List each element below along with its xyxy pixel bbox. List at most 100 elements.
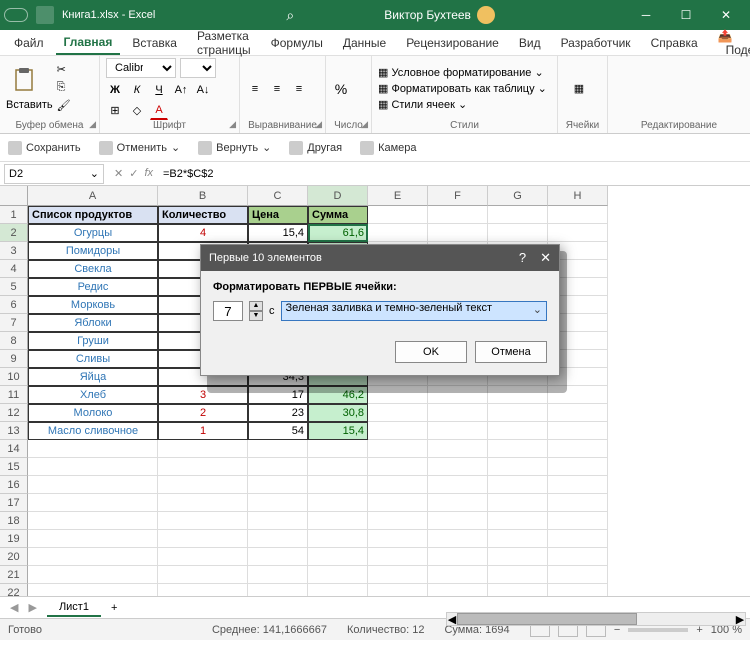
qat-camera[interactable]: Камера bbox=[360, 141, 416, 155]
dialog-style-select[interactable]: Зеленая заливка и темно-зеленый текст bbox=[281, 301, 548, 321]
row-header-19[interactable]: 19 bbox=[0, 530, 28, 548]
search-icon[interactable]: ⌕ bbox=[286, 7, 294, 24]
tab-developer[interactable]: Разработчик bbox=[553, 32, 639, 54]
cell-B15[interactable] bbox=[158, 458, 248, 476]
cell-H18[interactable] bbox=[548, 512, 608, 530]
cell-H12[interactable] bbox=[548, 404, 608, 422]
cell-styles-button[interactable]: ▦ Стили ячеек ⌄ bbox=[378, 97, 551, 113]
cell-C20[interactable] bbox=[248, 548, 308, 566]
cell-B20[interactable] bbox=[158, 548, 248, 566]
tab-help[interactable]: Справка bbox=[643, 32, 706, 54]
cell-C15[interactable] bbox=[248, 458, 308, 476]
cell-A5[interactable]: Редис bbox=[28, 278, 158, 296]
qat-save[interactable]: Сохранить bbox=[8, 141, 81, 155]
dialog-help-icon[interactable]: ? bbox=[519, 250, 526, 266]
row-header-17[interactable]: 17 bbox=[0, 494, 28, 512]
cell-E17[interactable] bbox=[368, 494, 428, 512]
spin-down[interactable]: ▼ bbox=[249, 311, 263, 321]
font-name-select[interactable]: Calibri bbox=[106, 58, 176, 78]
cell-H15[interactable] bbox=[548, 458, 608, 476]
decrease-font-button[interactable]: A↓ bbox=[194, 81, 212, 99]
col-header-F[interactable]: F bbox=[428, 186, 488, 206]
horizontal-scrollbar[interactable]: ◀▶ bbox=[446, 612, 746, 626]
cell-F22[interactable] bbox=[428, 584, 488, 596]
cell-G1[interactable] bbox=[488, 206, 548, 224]
align-bot[interactable]: ≡ bbox=[290, 80, 308, 98]
tab-home[interactable]: Главная bbox=[56, 31, 121, 55]
cell-F1[interactable] bbox=[428, 206, 488, 224]
cell-C1[interactable]: Цена bbox=[248, 206, 308, 224]
cell-A21[interactable] bbox=[28, 566, 158, 584]
autosave-toggle[interactable] bbox=[4, 8, 28, 22]
cell-E16[interactable] bbox=[368, 476, 428, 494]
cell-D2[interactable]: 61,6 bbox=[308, 224, 368, 242]
cell-F12[interactable] bbox=[428, 404, 488, 422]
italic-button[interactable]: К bbox=[128, 81, 146, 99]
font-color-button[interactable]: A bbox=[150, 102, 168, 120]
cell-G20[interactable] bbox=[488, 548, 548, 566]
cell-A12[interactable]: Молоко bbox=[28, 404, 158, 422]
row-header-3[interactable]: 3 bbox=[0, 242, 28, 260]
align-mid[interactable]: ≡ bbox=[268, 80, 286, 98]
tab-insert[interactable]: Вставка bbox=[124, 32, 185, 54]
select-all-corner[interactable] bbox=[0, 186, 28, 206]
cell-B19[interactable] bbox=[158, 530, 248, 548]
cell-F20[interactable] bbox=[428, 548, 488, 566]
cell-E22[interactable] bbox=[368, 584, 428, 596]
col-header-D[interactable]: D bbox=[308, 186, 368, 206]
cell-C16[interactable] bbox=[248, 476, 308, 494]
cell-F14[interactable] bbox=[428, 440, 488, 458]
cell-A13[interactable]: Масло сливочное bbox=[28, 422, 158, 440]
cell-D21[interactable] bbox=[308, 566, 368, 584]
cell-D20[interactable] bbox=[308, 548, 368, 566]
font-launcher[interactable]: ◢ bbox=[229, 119, 236, 130]
tab-data[interactable]: Данные bbox=[335, 32, 394, 54]
cell-F21[interactable] bbox=[428, 566, 488, 584]
cell-D15[interactable] bbox=[308, 458, 368, 476]
row-header-12[interactable]: 12 bbox=[0, 404, 28, 422]
maximize-button[interactable]: ☐ bbox=[666, 0, 706, 30]
cell-A11[interactable]: Хлеб bbox=[28, 386, 158, 404]
cell-H20[interactable] bbox=[548, 548, 608, 566]
cell-F13[interactable] bbox=[428, 422, 488, 440]
col-header-A[interactable]: A bbox=[28, 186, 158, 206]
cell-C17[interactable] bbox=[248, 494, 308, 512]
cell-A4[interactable]: Свекла bbox=[28, 260, 158, 278]
row-header-20[interactable]: 20 bbox=[0, 548, 28, 566]
cell-G14[interactable] bbox=[488, 440, 548, 458]
cell-F15[interactable] bbox=[428, 458, 488, 476]
bold-button[interactable]: Ж bbox=[106, 81, 124, 99]
cell-G15[interactable] bbox=[488, 458, 548, 476]
cell-D22[interactable] bbox=[308, 584, 368, 596]
percent-button[interactable]: % bbox=[332, 80, 350, 98]
cell-B13[interactable]: 1 bbox=[158, 422, 248, 440]
cell-H19[interactable] bbox=[548, 530, 608, 548]
cell-G22[interactable] bbox=[488, 584, 548, 596]
cell-A6[interactable]: Морковь bbox=[28, 296, 158, 314]
cell-G2[interactable] bbox=[488, 224, 548, 242]
cell-B12[interactable]: 2 bbox=[158, 404, 248, 422]
cell-A17[interactable] bbox=[28, 494, 158, 512]
qat-other[interactable]: Другая bbox=[289, 141, 342, 155]
row-header-6[interactable]: 6 bbox=[0, 296, 28, 314]
cell-E13[interactable] bbox=[368, 422, 428, 440]
cell-H1[interactable] bbox=[548, 206, 608, 224]
user-account[interactable]: Виктор Бухтеев bbox=[384, 6, 495, 24]
cell-F18[interactable] bbox=[428, 512, 488, 530]
cell-B16[interactable] bbox=[158, 476, 248, 494]
cell-A1[interactable]: Список продуктов bbox=[28, 206, 158, 224]
cell-D13[interactable]: 15,4 bbox=[308, 422, 368, 440]
cell-A15[interactable] bbox=[28, 458, 158, 476]
row-header-4[interactable]: 4 bbox=[0, 260, 28, 278]
cell-E14[interactable] bbox=[368, 440, 428, 458]
name-box[interactable]: D2⌄ bbox=[4, 164, 104, 184]
alignment-launcher[interactable]: ◢ bbox=[315, 119, 322, 130]
cell-E2[interactable] bbox=[368, 224, 428, 242]
cell-H21[interactable] bbox=[548, 566, 608, 584]
cell-G12[interactable] bbox=[488, 404, 548, 422]
spin-up[interactable]: ▲ bbox=[249, 301, 263, 311]
underline-button[interactable]: Ч bbox=[150, 81, 168, 99]
row-header-21[interactable]: 21 bbox=[0, 566, 28, 584]
cell-F19[interactable] bbox=[428, 530, 488, 548]
cell-H2[interactable] bbox=[548, 224, 608, 242]
